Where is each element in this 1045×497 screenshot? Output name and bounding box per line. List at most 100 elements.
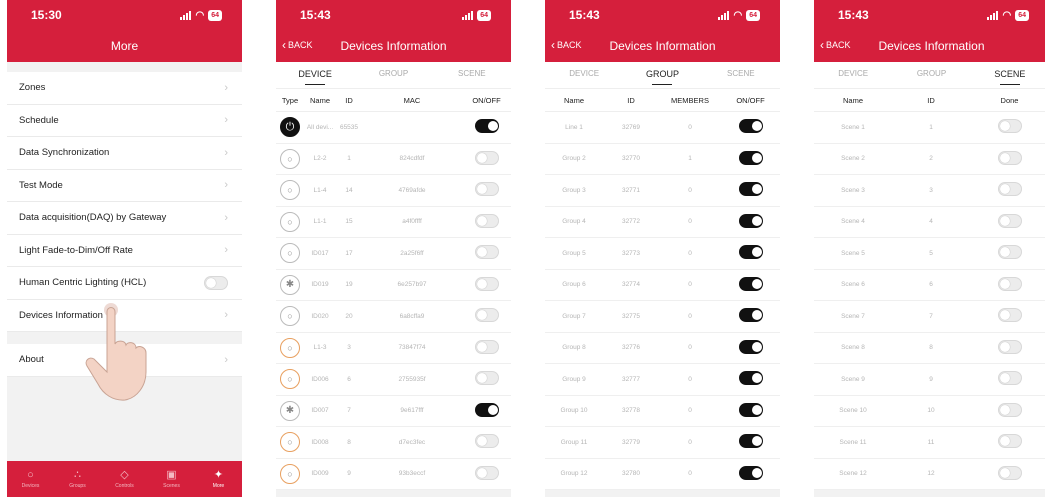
- on-off-toggle[interactable]: [474, 276, 499, 291]
- on-off-toggle[interactable]: [738, 339, 763, 354]
- on-off-toggle[interactable]: [997, 308, 1022, 323]
- back-button[interactable]: ‹ BACK: [820, 39, 851, 51]
- on-off-toggle[interactable]: [738, 465, 763, 480]
- on-off-toggle[interactable]: [474, 119, 499, 134]
- table-row[interactable]: Group 5 32773 0: [545, 238, 780, 270]
- table-row[interactable]: Group 10 32778 0: [545, 395, 780, 427]
- tab-scene[interactable]: SCENE: [971, 62, 1045, 88]
- back-button[interactable]: ‹ BACK: [551, 39, 582, 51]
- tab-more[interactable]: ✦ More: [195, 461, 242, 497]
- tab-scenes[interactable]: ▣ Scenes: [148, 461, 195, 497]
- table-row[interactable]: Scene 4 4: [814, 206, 1045, 238]
- table-row[interactable]: ○ L1-3 3 73847f74: [276, 332, 511, 364]
- on-off-toggle[interactable]: [738, 276, 763, 291]
- tab-scene[interactable]: SCENE: [433, 62, 511, 88]
- menu-item-data-sync[interactable]: Data Synchronization ›: [7, 137, 242, 170]
- on-off-toggle[interactable]: [997, 339, 1022, 354]
- table-row[interactable]: ✱ ID019 19 6e257b97: [276, 269, 511, 301]
- on-off-toggle[interactable]: [997, 245, 1022, 260]
- table-row[interactable]: ○ L1-1 15 a4f0ffff: [276, 206, 511, 238]
- back-button[interactable]: ‹ BACK: [282, 39, 313, 51]
- tab-devices[interactable]: ○ Devices: [7, 461, 54, 497]
- table-row[interactable]: Scene 3 3: [814, 175, 1045, 207]
- table-row[interactable]: Scene 6 6: [814, 269, 1045, 301]
- menu-item-zones[interactable]: Zones ›: [7, 72, 242, 105]
- bulb-orange-icon: ○: [280, 337, 300, 358]
- hcl-toggle[interactable]: [204, 275, 228, 290]
- table-row[interactable]: ○ ID006 6 2755935f: [276, 364, 511, 396]
- on-off-toggle[interactable]: [738, 119, 763, 134]
- tab-scene[interactable]: SCENE: [702, 62, 780, 88]
- on-off-toggle[interactable]: [474, 371, 499, 386]
- on-off-toggle[interactable]: [738, 434, 763, 449]
- table-row[interactable]: Group 7 32775 0: [545, 301, 780, 333]
- on-off-toggle[interactable]: [738, 182, 763, 197]
- on-off-toggle[interactable]: [997, 371, 1022, 386]
- on-off-toggle[interactable]: [997, 276, 1022, 291]
- table-row[interactable]: Scene 11 11: [814, 427, 1045, 459]
- on-off-toggle[interactable]: [997, 434, 1022, 449]
- on-off-toggle[interactable]: [738, 245, 763, 260]
- table-row[interactable]: ○ ID009 9 93b3eccf: [276, 458, 511, 490]
- table-row[interactable]: Group 9 32777 0: [545, 364, 780, 396]
- table-row[interactable]: Scene 8 8: [814, 332, 1045, 364]
- table-row[interactable]: ○ L2-2 1 824cdfdf: [276, 143, 511, 175]
- menu-item-test-mode[interactable]: Test Mode ›: [7, 170, 242, 202]
- tab-group[interactable]: GROUP: [892, 62, 970, 88]
- status-icons: ◠ 64: [718, 9, 760, 21]
- id-cell: 4: [929, 218, 933, 226]
- menu-item-fade-rate[interactable]: Light Fade-to-Dim/Off Rate ›: [7, 235, 242, 267]
- table-row[interactable]: Scene 5 5: [814, 238, 1045, 270]
- on-off-toggle[interactable]: [474, 213, 499, 228]
- on-off-toggle[interactable]: [997, 213, 1022, 228]
- on-off-toggle[interactable]: [738, 213, 763, 228]
- on-off-toggle[interactable]: [997, 465, 1022, 480]
- tab-controls[interactable]: ◇ Controls: [101, 461, 148, 497]
- on-off-toggle[interactable]: [997, 150, 1022, 165]
- on-off-toggle[interactable]: [474, 150, 499, 165]
- table-row[interactable]: ⏻ All devi... 65535: [276, 112, 511, 144]
- on-off-toggle[interactable]: [997, 182, 1022, 197]
- table-row[interactable]: Group 2 32770 1: [545, 143, 780, 175]
- menu-item-daq[interactable]: Data acquisition(DAQ) by Gateway ›: [7, 202, 242, 235]
- table-row[interactable]: ✱ ID007 7 9e617fff: [276, 395, 511, 427]
- table-row[interactable]: Scene 1 1: [814, 112, 1045, 144]
- tab-group[interactable]: GROUP: [354, 62, 432, 88]
- on-off-toggle[interactable]: [997, 402, 1022, 417]
- tab-group[interactable]: GROUP: [623, 62, 701, 88]
- on-off-toggle[interactable]: [474, 308, 499, 323]
- on-off-toggle[interactable]: [997, 119, 1022, 134]
- on-off-toggle[interactable]: [738, 308, 763, 323]
- tab-groups[interactable]: ∴ Groups: [54, 461, 101, 497]
- table-row[interactable]: Group 12 32780 0: [545, 458, 780, 490]
- table-row[interactable]: Scene 9 9: [814, 364, 1045, 396]
- tab-device[interactable]: DEVICE: [276, 62, 354, 88]
- table-row[interactable]: Scene 12 12: [814, 458, 1045, 490]
- table-row[interactable]: ○ ID017 17 2a25f6ff: [276, 238, 511, 270]
- menu-item-schedule[interactable]: Schedule ›: [7, 105, 242, 137]
- table-row[interactable]: ○ ID008 8 d7ec3fec: [276, 427, 511, 459]
- tab-device[interactable]: DEVICE: [814, 62, 892, 88]
- table-row[interactable]: Group 11 32779 0: [545, 427, 780, 459]
- table-row[interactable]: Scene 10 10: [814, 395, 1045, 427]
- on-off-toggle[interactable]: [474, 182, 499, 197]
- on-off-toggle[interactable]: [474, 402, 499, 417]
- on-off-toggle[interactable]: [474, 465, 499, 480]
- on-off-toggle[interactable]: [738, 150, 763, 165]
- on-off-toggle[interactable]: [474, 434, 499, 449]
- chevron-left-icon: ‹: [820, 38, 824, 52]
- table-row[interactable]: Group 3 32771 0: [545, 175, 780, 207]
- table-row[interactable]: ○ ID020 20 6a8cffa9: [276, 301, 511, 333]
- table-row[interactable]: Group 8 32776 0: [545, 332, 780, 364]
- on-off-toggle[interactable]: [738, 402, 763, 417]
- table-row[interactable]: ○ L1-4 14 4769afde: [276, 175, 511, 207]
- on-off-toggle[interactable]: [474, 339, 499, 354]
- tab-device[interactable]: DEVICE: [545, 62, 623, 88]
- on-off-toggle[interactable]: [738, 371, 763, 386]
- on-off-toggle[interactable]: [474, 245, 499, 260]
- table-row[interactable]: Line 1 32769 0: [545, 112, 780, 144]
- table-row[interactable]: Group 4 32772 0: [545, 206, 780, 238]
- table-row[interactable]: Group 6 32774 0: [545, 269, 780, 301]
- table-row[interactable]: Scene 2 2: [814, 143, 1045, 175]
- table-row[interactable]: Scene 7 7: [814, 301, 1045, 333]
